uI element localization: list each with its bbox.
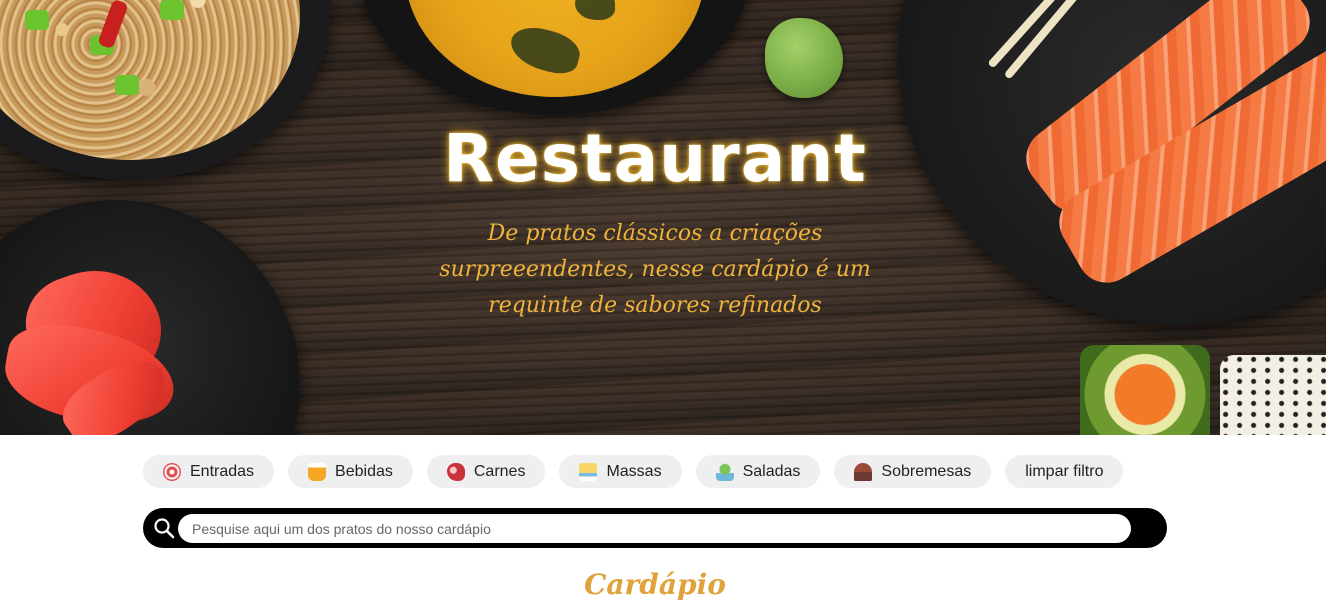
filter-label: limpar filtro [1025, 462, 1104, 480]
drinks-icon [308, 462, 327, 481]
filter-label: Entradas [190, 462, 255, 480]
filter-sobremesas-button[interactable]: Sobremesas [834, 455, 992, 488]
filter-saladas-button[interactable]: Saladas [695, 455, 821, 488]
filter-entradas-button[interactable]: Entradas [143, 455, 275, 488]
filter-bebidas-button[interactable]: Bebidas [288, 455, 413, 488]
search-bar [143, 508, 1167, 548]
filter-label: Sobremesas [881, 462, 972, 480]
sushi-roll-image [1080, 345, 1210, 435]
wasabi-image [765, 18, 843, 98]
filter-label: Bebidas [335, 462, 393, 480]
filter-label: Saladas [742, 462, 801, 480]
appetizer-icon [163, 462, 181, 481]
menu-section-title: Cardápio [584, 568, 726, 601]
hero-banner: Restaurant De pratos clássicos a criaçõe… [0, 0, 1326, 435]
clear-filter-button[interactable]: limpar filtro [1005, 455, 1124, 488]
dessert-icon [854, 462, 873, 481]
filter-label: Carnes [473, 462, 526, 480]
salad-icon [715, 462, 734, 481]
hero-title: Restaurant [443, 120, 867, 197]
ginger-plate-image [0, 200, 300, 435]
filter-label: Massas [606, 462, 662, 480]
filter-carnes-button[interactable]: Carnes [426, 455, 546, 488]
hero-subtitle: De pratos clássicos a criações surpreeen… [439, 221, 871, 318]
sushi-roll-sesame-image [1220, 355, 1326, 435]
soup-bowl-image [360, 0, 750, 115]
search-icon[interactable] [153, 517, 175, 539]
pasta-icon [579, 462, 598, 481]
meat-icon [446, 462, 465, 481]
filter-massas-button[interactable]: Massas [559, 455, 682, 488]
search-input[interactable] [178, 514, 1131, 543]
category-filters: Entradas Bebidas Carnes Massas Saladas S… [143, 455, 1124, 488]
